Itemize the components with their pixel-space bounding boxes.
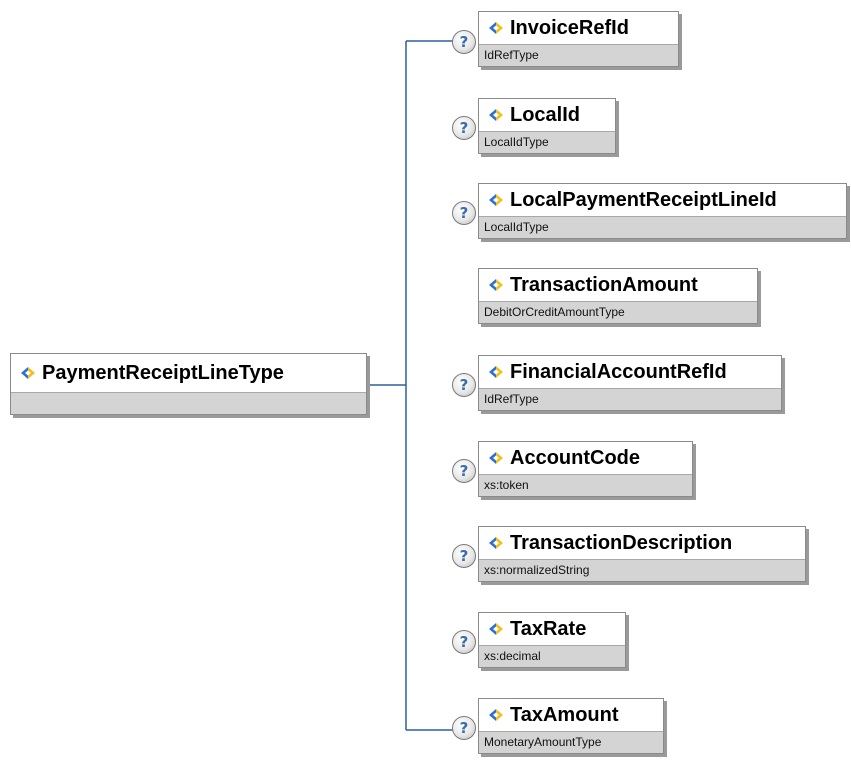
help-icon[interactable]: ? xyxy=(452,30,476,54)
help-icon[interactable]: ? xyxy=(452,373,476,397)
element-diamond-icon xyxy=(489,22,503,34)
help-icon[interactable]: ? xyxy=(452,630,476,654)
element-diamond-icon xyxy=(489,452,503,464)
element-box-transactiondescription[interactable]: TransactionDescription xs:normalizedStri… xyxy=(478,526,806,582)
element-diamond-icon xyxy=(489,537,503,549)
element-box-taxamount[interactable]: TaxAmount MonetaryAmountType xyxy=(478,698,664,754)
element-name: TransactionDescription xyxy=(510,531,733,554)
element-type: LocalIdType xyxy=(479,132,615,153)
root-type-band xyxy=(11,393,366,414)
element-box-accountcode[interactable]: AccountCode xs:token xyxy=(478,441,693,497)
element-diamond-icon xyxy=(489,709,503,721)
element-diamond-icon xyxy=(489,366,503,378)
root-type-box[interactable]: PaymentReceiptLineType xyxy=(10,353,367,415)
element-name: TaxAmount xyxy=(510,703,619,726)
element-type: IdRefType xyxy=(479,45,678,66)
element-diamond-icon xyxy=(21,367,35,379)
element-name: AccountCode xyxy=(510,446,640,469)
element-box-localid[interactable]: LocalId LocalIdType xyxy=(478,98,616,154)
element-type: xs:decimal xyxy=(479,646,625,667)
element-box-taxrate[interactable]: TaxRate xs:decimal xyxy=(478,612,626,668)
element-diamond-icon xyxy=(489,623,503,635)
root-type-name: PaymentReceiptLineType xyxy=(42,361,284,384)
element-type: xs:token xyxy=(479,475,692,496)
element-name: TransactionAmount xyxy=(510,273,698,296)
element-box-financialaccountrefid[interactable]: FinancialAccountRefId IdRefType xyxy=(478,355,782,411)
element-type: LocalIdType xyxy=(479,217,846,238)
help-icon[interactable]: ? xyxy=(452,544,476,568)
element-diamond-icon xyxy=(489,279,503,291)
element-box-transactionamount[interactable]: TransactionAmount DebitOrCreditAmountTyp… xyxy=(478,268,758,324)
element-box-invoicerefid[interactable]: InvoiceRefId IdRefType xyxy=(478,11,679,67)
element-type: xs:normalizedString xyxy=(479,560,805,581)
element-type: MonetaryAmountType xyxy=(479,732,663,753)
help-icon[interactable]: ? xyxy=(452,116,476,140)
element-type: IdRefType xyxy=(479,389,781,410)
element-name: LocalPaymentReceiptLineId xyxy=(510,188,777,211)
help-icon[interactable]: ? xyxy=(452,459,476,483)
element-diamond-icon xyxy=(489,194,503,206)
element-name: TaxRate xyxy=(510,617,587,640)
help-icon[interactable]: ? xyxy=(452,716,476,740)
element-box-localpaymentreceiptlineid[interactable]: LocalPaymentReceiptLineId LocalIdType xyxy=(478,183,847,239)
help-icon[interactable]: ? xyxy=(452,201,476,225)
element-name: InvoiceRefId xyxy=(510,16,629,39)
element-type: DebitOrCreditAmountType xyxy=(479,302,757,323)
element-diamond-icon xyxy=(489,109,503,121)
element-name: FinancialAccountRefId xyxy=(510,360,727,383)
element-name: LocalId xyxy=(510,103,581,126)
